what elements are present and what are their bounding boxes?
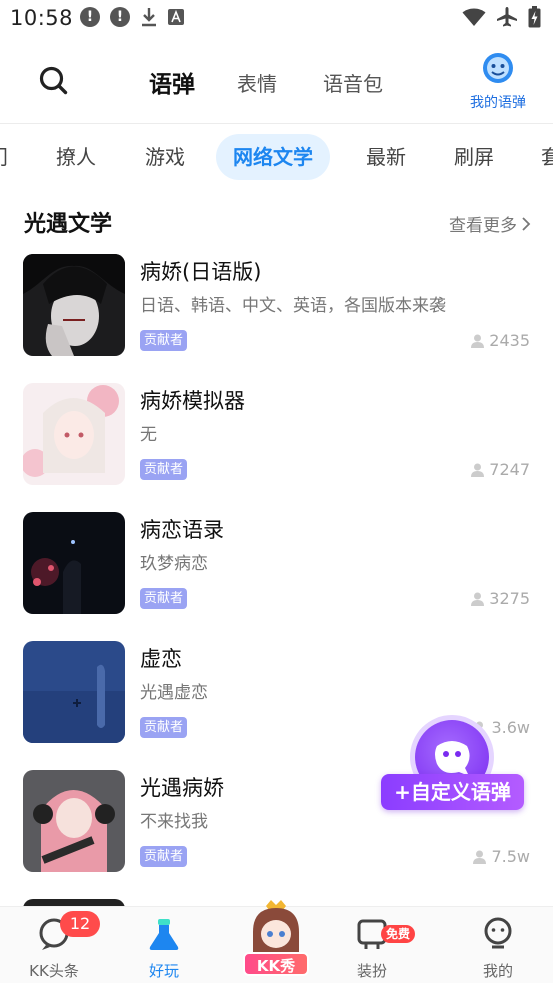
contributor-badge: 贡献者 xyxy=(140,330,188,351)
search-icon[interactable] xyxy=(37,64,71,98)
play-count-value: 2435 xyxy=(489,331,530,350)
item-title: 病娇模拟器 xyxy=(140,389,245,413)
list-item[interactable]: 病恋语录 玖梦病恋 贡献者 3275 xyxy=(0,498,553,627)
nav-item-mine[interactable]: 我的 xyxy=(453,907,543,983)
battery-charging-icon xyxy=(528,6,541,28)
category-chip[interactable]: 最新 xyxy=(366,134,406,180)
item-subtitle: 不来找我 xyxy=(140,812,208,832)
status-time: 10:58 xyxy=(10,6,74,30)
tab-yuyinbao[interactable]: 语音包 xyxy=(323,68,383,97)
play-count-value: 7.5w xyxy=(491,847,530,866)
item-thumbnail xyxy=(23,383,125,485)
section-title: 光遇文学 xyxy=(24,212,113,237)
item-title: 病娇(日语版) xyxy=(140,260,262,284)
my-yudan-label: 我的语弹 xyxy=(470,95,526,111)
item-title: 病恋语录 xyxy=(140,518,224,542)
font-app-icon xyxy=(168,9,184,25)
nav-item-kk-news[interactable]: 12 KK头条 xyxy=(9,907,100,983)
item-subtitle: 玖梦病恋 xyxy=(140,554,208,574)
category-chip[interactable]: 游戏 xyxy=(145,134,185,180)
contributor-badge: 贡献者 xyxy=(140,717,188,738)
tab-yudan[interactable]: 语弹 xyxy=(149,65,195,101)
item-thumbnail xyxy=(23,512,125,614)
see-more-label: 查看更多 xyxy=(449,216,517,236)
item-title: 虚恋 xyxy=(140,647,182,671)
category-chip[interactable]: 撩人 xyxy=(56,134,96,180)
profile-face-icon xyxy=(484,917,512,949)
item-thumbnail-image xyxy=(23,512,125,614)
tab-biaoqing[interactable]: 表情 xyxy=(237,68,277,97)
category-chip[interactable]: 套 xyxy=(541,134,553,180)
kk-show-label: KK秀 xyxy=(243,952,309,976)
nav-label: 我的 xyxy=(482,962,513,980)
category-chip[interactable]: 刷屏 xyxy=(454,134,494,180)
play-count-value: 3275 xyxy=(489,589,530,608)
item-thumbnail-image xyxy=(23,770,125,872)
nav-label: 装扮 xyxy=(356,962,387,980)
item-title: 光遇病娇 xyxy=(140,776,224,800)
item-thumbnail-image xyxy=(23,254,125,356)
item-subtitle: 日语、韩语、中文、英语，各国版本来袭 xyxy=(140,296,446,316)
nav-item-fun[interactable]: 好玩 xyxy=(119,907,209,983)
nav-item-kk-show[interactable]: KK秀 xyxy=(243,898,311,980)
nav-item-dress-up[interactable]: 免费 装扮 xyxy=(327,907,417,983)
bubble-face-icon xyxy=(483,53,513,83)
status-bar: 10:58 ! ! xyxy=(0,0,553,38)
play-count: 3275 xyxy=(471,589,530,608)
anime-avatar-icon xyxy=(253,900,299,954)
contributor-badge: 贡献者 xyxy=(140,588,188,609)
user-icon xyxy=(473,850,487,864)
item-thumbnail-image xyxy=(23,641,125,743)
category-chip[interactable]: 门 xyxy=(0,134,8,180)
fab-label: +自定义语弹 xyxy=(381,774,524,810)
contributor-badge: 贡献者 xyxy=(140,459,188,480)
flask-icon xyxy=(149,919,179,950)
category-chip-active[interactable]: 网络文学 xyxy=(216,134,330,180)
item-thumbnail xyxy=(23,254,125,356)
item-subtitle: 无 xyxy=(140,425,157,445)
custom-yudan-fab[interactable]: +自定义语弹 xyxy=(381,720,524,814)
user-icon xyxy=(471,463,485,477)
wifi-icon xyxy=(462,8,486,26)
status-notification-icons: ! ! xyxy=(80,7,184,27)
status-system-icons xyxy=(462,6,541,28)
item-thumbnail xyxy=(23,641,125,743)
play-count-value: 7247 xyxy=(489,460,530,479)
user-icon xyxy=(471,334,485,348)
download-icon xyxy=(142,8,156,27)
list-item[interactable]: 病娇(日语版) 日语、韩语、中文、英语，各国版本来袭 贡献者 2435 xyxy=(0,240,553,369)
play-count: 7247 xyxy=(471,460,530,479)
play-count: 2435 xyxy=(471,331,530,350)
nav-label: KK头条 xyxy=(29,962,79,980)
item-thumbnail xyxy=(23,770,125,872)
play-count: 7.5w xyxy=(473,847,530,866)
see-more-link[interactable]: 查看更多 xyxy=(449,211,531,236)
nav-label: 好玩 xyxy=(148,962,179,980)
alert-icon: ! xyxy=(80,7,100,27)
item-thumbnail-image xyxy=(23,383,125,485)
notification-badge: 12 xyxy=(60,911,100,937)
item-subtitle: 光遇虚恋 xyxy=(140,683,208,703)
my-yudan-button[interactable]: 我的语弹 xyxy=(466,52,530,112)
category-bar: 门 撩人 游戏 网络文学 最新 刷屏 套 xyxy=(0,124,553,192)
contributor-badge: 贡献者 xyxy=(140,846,188,867)
top-header: 语弹 表情 语音包 我的语弹 xyxy=(0,38,553,124)
airplane-icon xyxy=(497,7,517,27)
alert-icon: ! xyxy=(110,7,130,27)
user-icon xyxy=(471,592,485,606)
chevron-right-icon xyxy=(522,216,531,231)
list-item[interactable]: 病娇模拟器 无 贡献者 7247 xyxy=(0,369,553,498)
free-badge: 免费 xyxy=(381,925,416,943)
